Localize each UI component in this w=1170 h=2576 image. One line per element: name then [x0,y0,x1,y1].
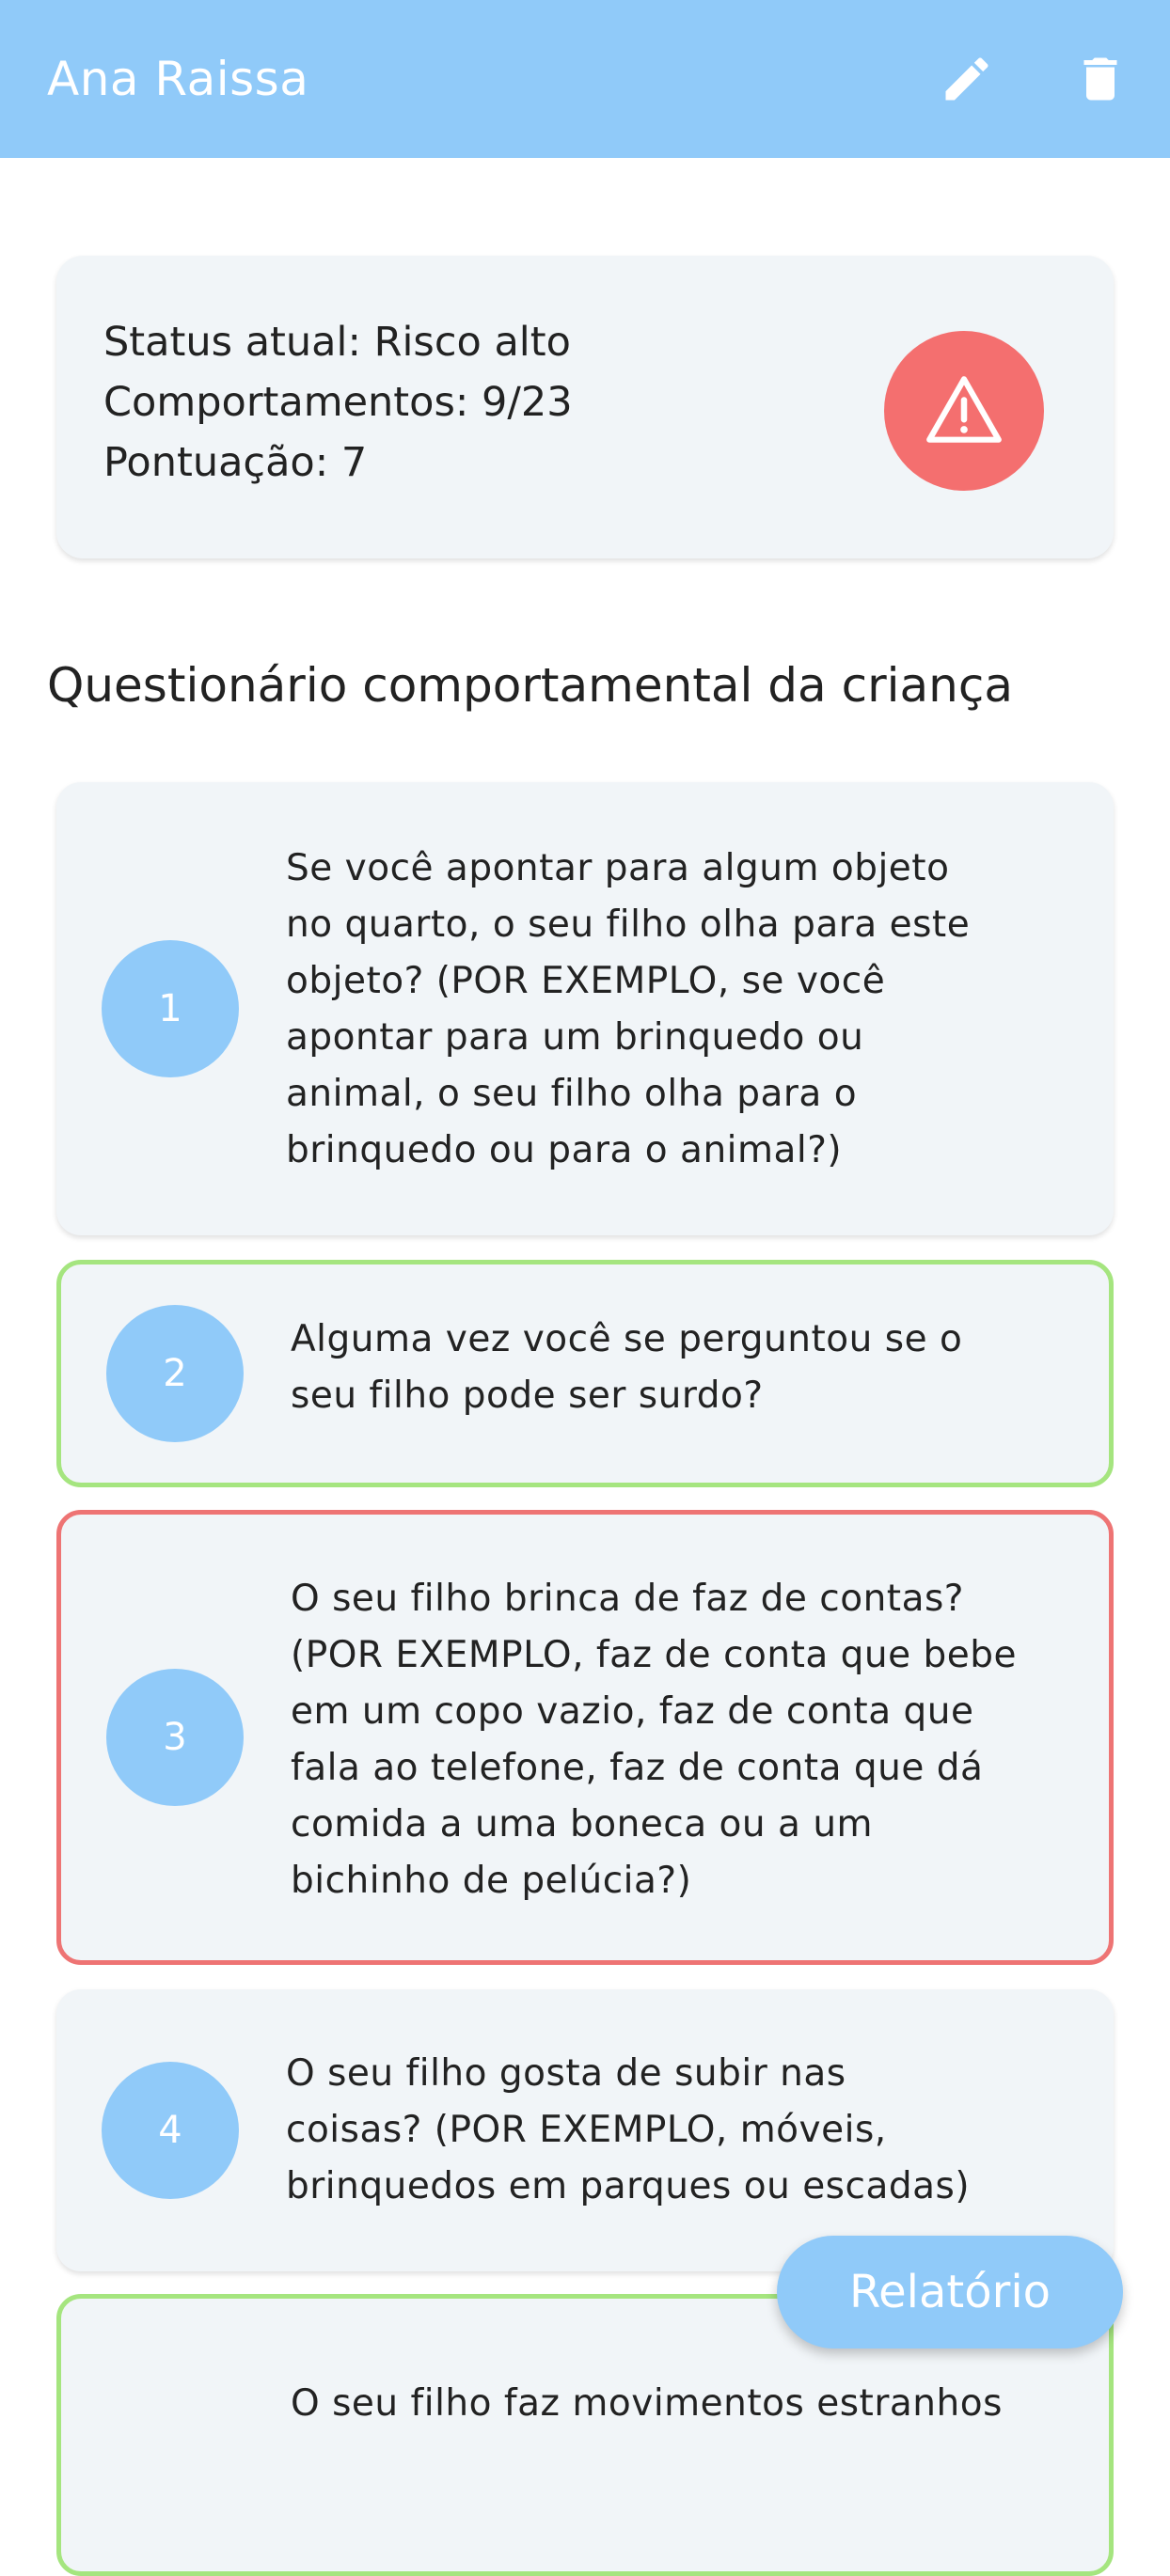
status-risk-text: Status atual: Risco alto [103,319,571,366]
delete-button[interactable] [1065,43,1136,115]
question-text: Se você apontar para algum objeto no qua… [286,847,971,1171]
pencil-icon [945,57,988,101]
question-number-badge: 4 [102,2062,239,2199]
risk-badge [884,331,1044,491]
status-behaviors-text: Comportamentos: 9/23 [103,379,573,426]
question-text: Alguma vez você se perguntou se o seu fi… [291,1318,963,1417]
status-score-text: Pontuação: 7 [103,439,368,486]
question-text: O seu filho faz movimentos estranhos [291,2382,1003,2425]
page-title: Ana Raissa [47,52,309,106]
section-title: Questionário comportamental da criança [47,658,1013,713]
question-number-badge: 3 [106,1669,244,1806]
question-card-3[interactable]: 3 O seu filho brinca de faz de contas? (… [56,1510,1114,1965]
status-info: Status atual: Risco alto Comportamentos:… [103,312,573,493]
status-card: Status atual: Risco alto Comportamentos:… [56,256,1114,558]
question-number-badge: 1 [102,940,239,1077]
question-card-1[interactable]: 1 Se você apontar para algum objeto no q… [56,782,1114,1235]
edit-button[interactable] [931,43,1003,115]
question-card-2[interactable]: 2 Alguma vez você se perguntou se o seu … [56,1260,1114,1487]
report-button[interactable]: Relatório [777,2236,1123,2348]
question-card-4[interactable]: 4 O seu filho gosta de subir nas coisas?… [56,1989,1114,2271]
trash-icon [1083,57,1117,101]
question-text: O seu filho brinca de faz de contas? (PO… [291,1578,1018,1902]
warning-icon [926,376,1002,443]
app-bar: Ana Raissa [0,0,1170,158]
question-number-badge: 2 [106,1305,244,1442]
question-text: O seu filho gosta de subir nas coisas? (… [286,2052,971,2207]
